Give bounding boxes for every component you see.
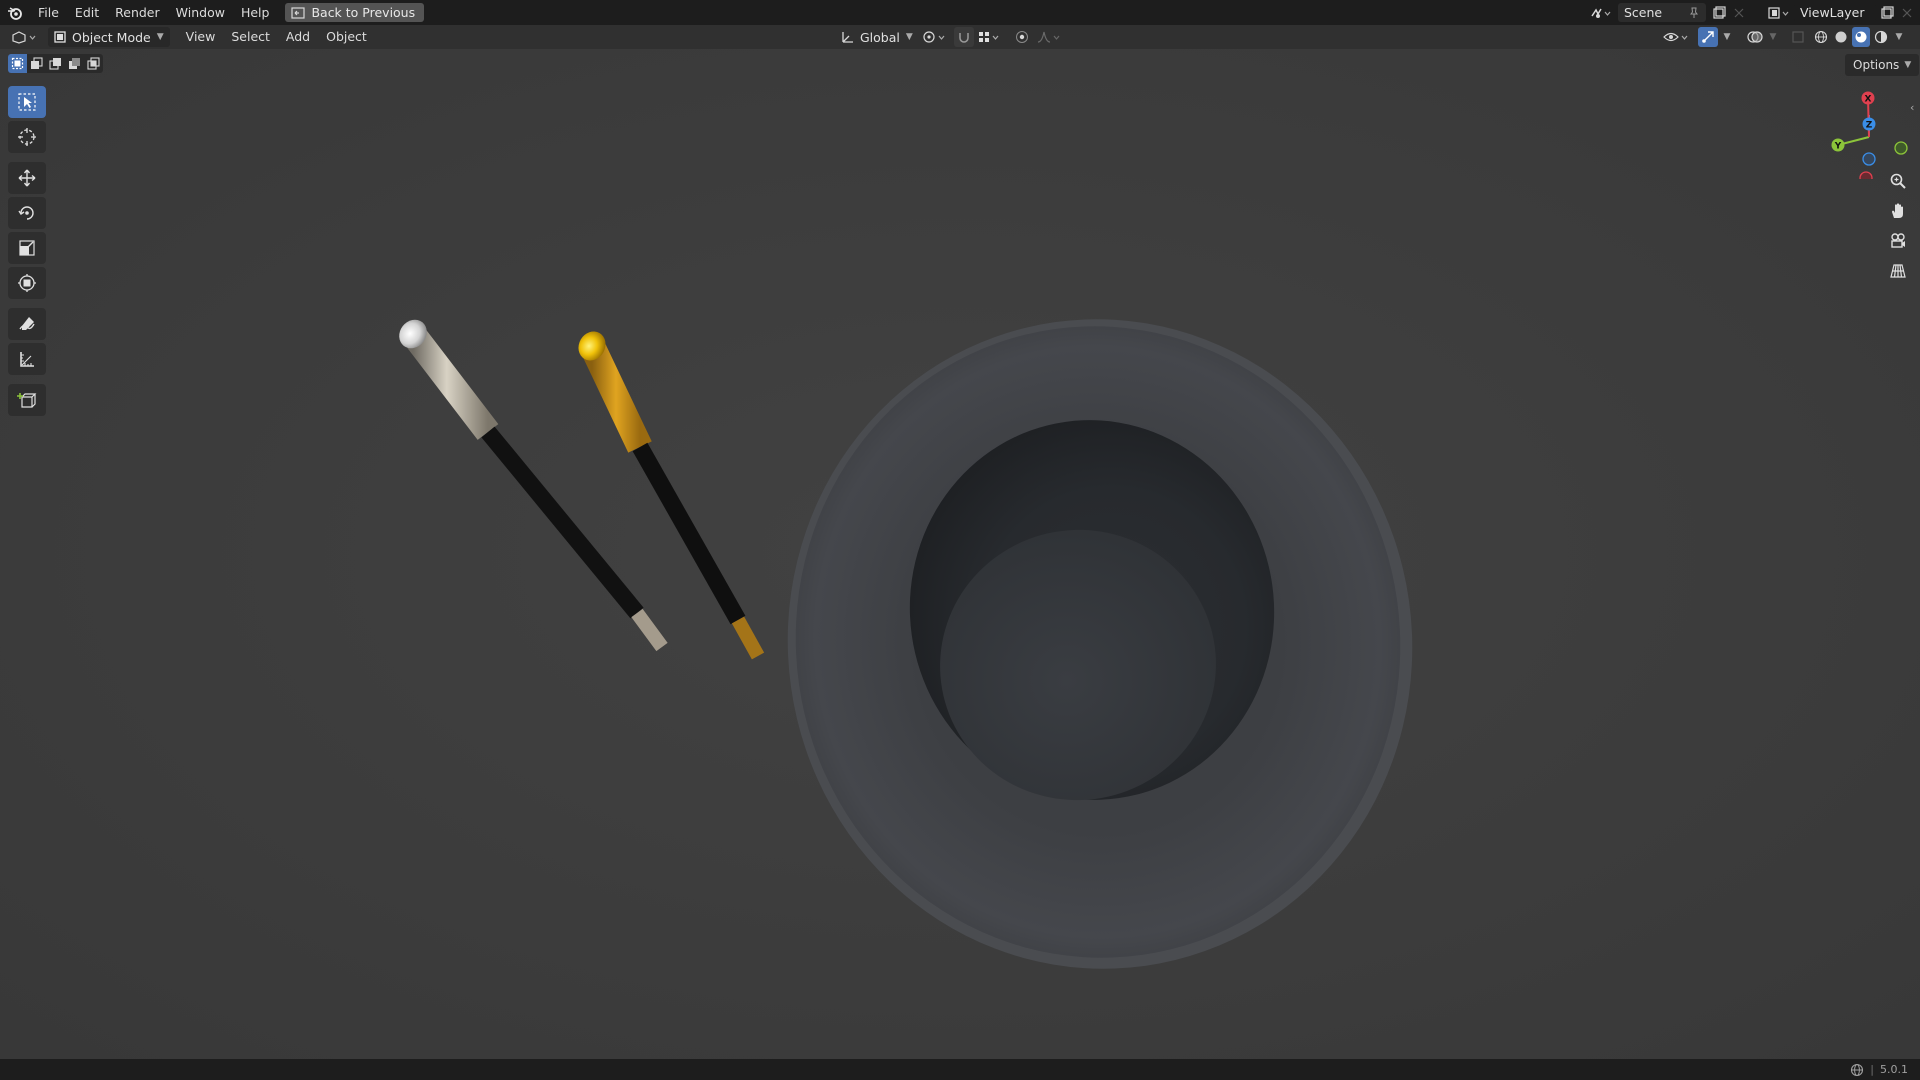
select-subtract-icon[interactable] [46,54,65,73]
gizmo-y-label: Y [1834,142,1842,152]
select-new-icon[interactable] [8,54,27,73]
back-to-previous-button[interactable]: Back to Previous [285,3,425,22]
overlays-dropdown-icon[interactable]: ▼ [1766,27,1780,47]
gizmo-z-negative[interactable] [1862,152,1876,166]
gizmo-x-label: X [1865,95,1872,105]
view-layer-name: ViewLayer [1800,5,1865,20]
chevron-down-icon: ▼ [1904,60,1912,70]
gizmo-toggle-icon[interactable] [1698,27,1718,47]
measure-tool-icon[interactable] [8,343,46,375]
scene-browse-icon[interactable] [1586,6,1614,20]
pin-icon[interactable] [1688,7,1700,19]
view-layer-browse-icon[interactable] [1764,6,1794,20]
select-extend-icon[interactable] [27,54,46,73]
new-view-layer-icon[interactable] [1876,5,1898,20]
menu-window[interactable]: Window [168,0,233,25]
fullscreen-exit-icon [291,6,306,19]
transform-orientation-label: Global [860,29,900,45]
object-mode-label: Object Mode [72,29,151,45]
menu-select[interactable]: Select [223,25,278,49]
navigation-gizmo[interactable]: X Z Y [1820,89,1910,179]
scene-render[interactable] [0,49,1920,1059]
editor-type-icon[interactable] [4,30,44,44]
orientation-axes-icon [842,32,853,43]
gizmo-y-negative[interactable] [1894,141,1908,155]
network-globe-icon[interactable] [1850,1063,1864,1077]
proportional-editing-icon[interactable] [1012,27,1032,47]
gizmo-z-label: Z [1866,121,1873,131]
transform-orientation-dropdown[interactable]: Global ▼ [834,27,919,47]
status-bar: | 5.0.1 [0,1059,1920,1080]
pan-hand-icon[interactable] [1884,197,1912,225]
object-mode-dropdown[interactable]: Object Mode ▼ [48,27,170,47]
camera-view-icon[interactable] [1884,227,1912,255]
select-box-tool-icon[interactable] [8,86,46,118]
menu-render[interactable]: Render [107,0,168,25]
options-dropdown[interactable]: Options ▼ [1845,54,1920,76]
delete-view-layer-icon[interactable] [1898,8,1916,18]
perspective-toggle-icon[interactable] [1884,257,1912,285]
chevron-down-icon: ▼ [156,32,164,42]
snap-increment-icon[interactable] [976,27,1004,47]
menu-add[interactable]: Add [278,25,318,49]
shading-solid-icon[interactable] [1832,27,1850,47]
move-tool-icon[interactable] [8,162,46,194]
xray-toggle-icon[interactable] [1788,27,1808,47]
add-cube-tool-icon[interactable] [8,384,46,416]
sidebar-toggle-icon[interactable]: ‹ [1910,101,1920,117]
gizmo-dropdown-icon[interactable]: ▼ [1720,27,1734,47]
blender-logo-icon[interactable] [0,0,30,25]
status-divider: | [1870,1063,1874,1076]
transform-tool-icon[interactable] [8,267,46,299]
viewport-header: Object Mode ▼ View Select Add Object Glo… [0,25,1920,49]
scene-name: Scene [1624,5,1663,20]
menu-help[interactable]: Help [233,0,278,25]
menu-edit[interactable]: Edit [67,0,107,25]
new-scene-icon[interactable] [1708,5,1730,20]
pivot-point-icon[interactable] [920,27,950,47]
menu-file[interactable]: File [30,0,67,25]
scene-name-field[interactable]: Scene [1618,3,1706,22]
shading-dropdown-icon[interactable]: ▼ [1892,27,1906,47]
zoom-icon[interactable] [1884,167,1912,195]
top-menu-bar: File Edit Render Window Help Back to Pre… [0,0,1920,25]
shading-material-icon[interactable] [1852,27,1870,47]
overlays-toggle-icon[interactable] [1744,27,1766,47]
options-label: Options [1853,58,1900,72]
object-mode-icon [54,31,66,43]
menu-view[interactable]: View [178,25,224,49]
version-label: 5.0.1 [1880,1063,1908,1076]
gizmo-x-negative[interactable] [1859,171,1873,179]
select-invert-icon[interactable] [65,54,84,73]
scale-tool-icon[interactable] [8,232,46,264]
annotate-tool-icon[interactable] [8,308,46,340]
chevron-down-icon: ▼ [905,32,913,42]
view-layer-field[interactable]: ViewLayer [1794,3,1876,22]
selection-mode-group [8,54,103,73]
shading-rendered-icon[interactable] [1872,27,1890,47]
cursor-tool-icon[interactable] [8,121,46,153]
rotate-tool-icon[interactable] [8,197,46,229]
shading-wireframe-icon[interactable] [1812,27,1830,47]
proportional-falloff-icon[interactable] [1034,27,1064,47]
delete-scene-icon[interactable] [1730,8,1748,18]
tool-shelf [8,86,46,419]
3d-viewport[interactable]: Options ▼ X Z Y ‹ [0,49,1920,1059]
menu-object[interactable]: Object [318,25,375,49]
snap-toggle-icon[interactable] [954,27,974,47]
select-intersect-icon[interactable] [84,54,103,73]
visibility-selectability-icon[interactable] [1662,27,1692,47]
back-to-previous-label: Back to Previous [311,5,416,20]
